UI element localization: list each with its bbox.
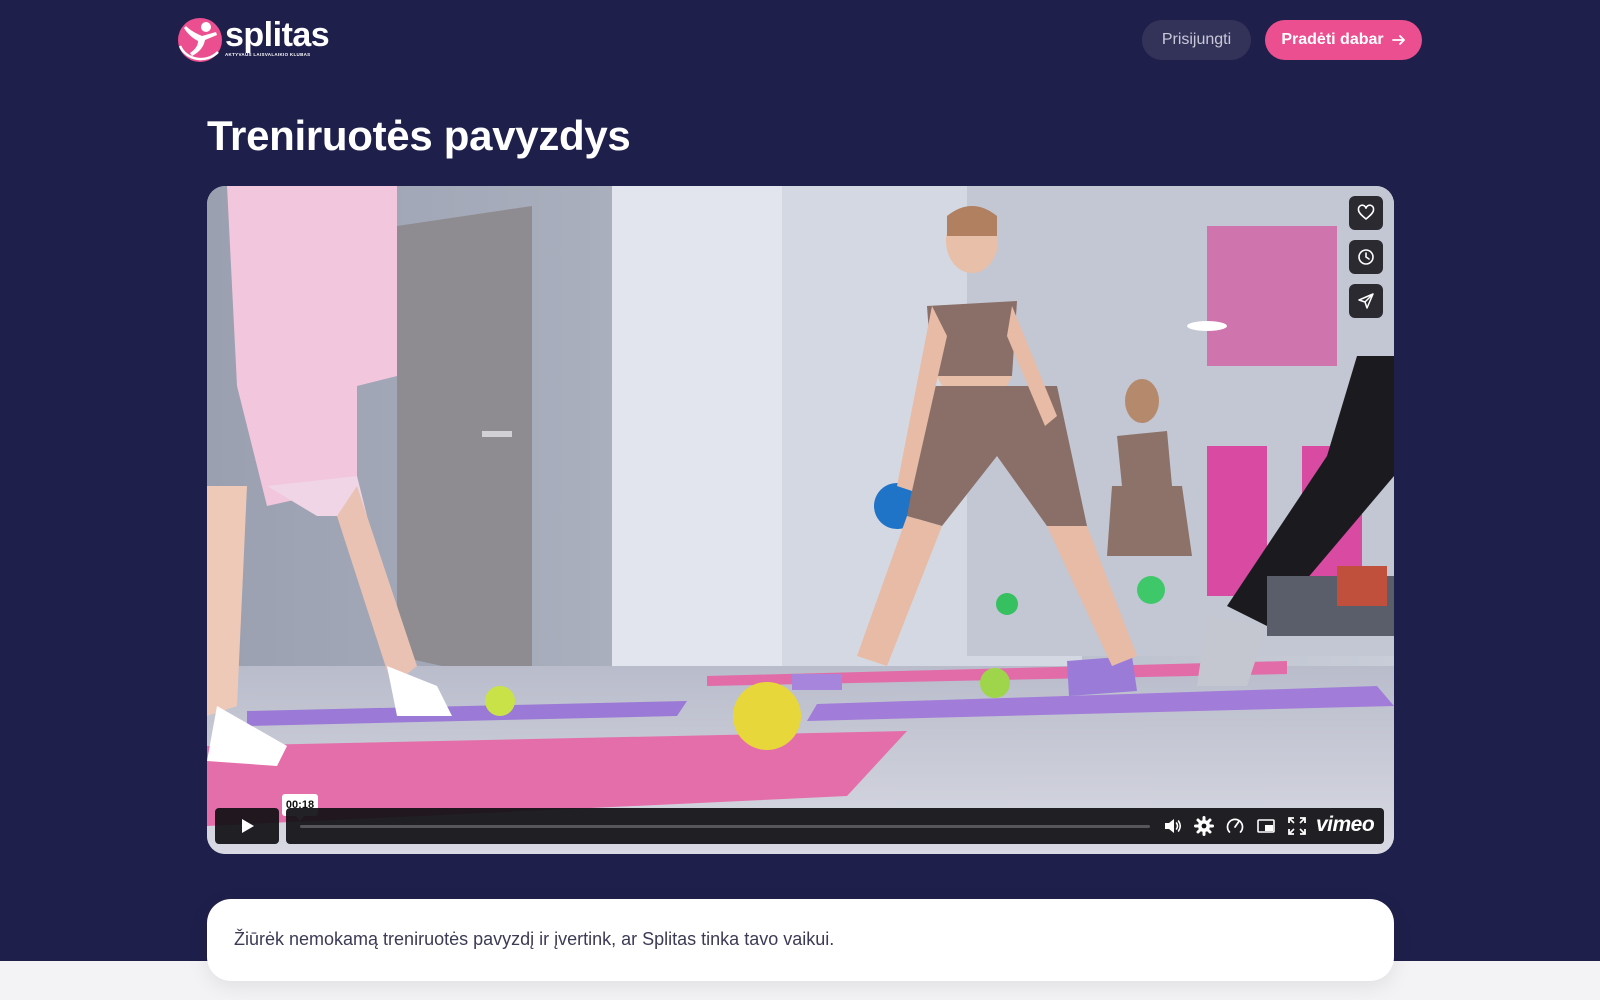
- share-button[interactable]: [1349, 284, 1383, 318]
- progress-bar[interactable]: [300, 825, 1150, 828]
- video-frame[interactable]: [207, 186, 1394, 854]
- logo-wordmark: splitas: [225, 16, 330, 54]
- volume-icon: [1165, 819, 1182, 833]
- settings-icon: [1194, 816, 1214, 836]
- site-header: splitas AKTYVAUS LAISVALAIKIO KLUBAS Pri…: [0, 0, 1600, 80]
- splitas-logo[interactable]: splitas AKTYVAUS LAISVALAIKIO KLUBAS: [176, 16, 346, 64]
- like-button[interactable]: [1349, 196, 1383, 230]
- pip-button[interactable]: [1256, 816, 1276, 836]
- start-now-button[interactable]: Pradėti dabar: [1265, 20, 1422, 60]
- description-text: Žiūrėk nemokamą treniruotės pavyzdį ir į…: [234, 929, 835, 949]
- settings-button[interactable]: [1194, 816, 1214, 836]
- video-player[interactable]: 00:18 vimeo: [207, 186, 1394, 854]
- clock-icon: [1358, 249, 1374, 265]
- play-icon: [242, 819, 254, 833]
- login-button[interactable]: Prisijungti: [1142, 20, 1251, 60]
- video-controls: vimeo: [207, 808, 1394, 844]
- start-now-button-label: Pradėti dabar: [1281, 31, 1384, 48]
- pip-icon: [1257, 819, 1275, 833]
- page: splitas AKTYVAUS LAISVALAIKIO KLUBAS Pri…: [0, 0, 1600, 1000]
- page-title: Treniruotės pavyzdys: [207, 112, 631, 159]
- speed-icon: [1226, 818, 1244, 833]
- speed-button[interactable]: [1225, 816, 1245, 836]
- login-button-label: Prisijungti: [1161, 31, 1232, 48]
- volume-button[interactable]: [1163, 816, 1183, 836]
- watch-later-button[interactable]: [1349, 240, 1383, 274]
- description-card: Žiūrėk nemokamą treniruotės pavyzdį ir į…: [207, 899, 1394, 981]
- fullscreen-button[interactable]: [1287, 816, 1307, 836]
- gymnast-logo-icon: [178, 18, 222, 62]
- arrow-right-icon: [1391, 35, 1405, 45]
- control-panel: vimeo: [286, 808, 1384, 844]
- logo-text: splitas AKTYVAUS LAISVALAIKIO KLUBAS: [225, 16, 330, 57]
- send-icon: [1358, 293, 1374, 309]
- vimeo-logo[interactable]: vimeo: [1316, 813, 1375, 837]
- play-button[interactable]: [215, 808, 279, 844]
- heart-icon: [1357, 204, 1375, 220]
- fullscreen-icon: [1288, 817, 1306, 835]
